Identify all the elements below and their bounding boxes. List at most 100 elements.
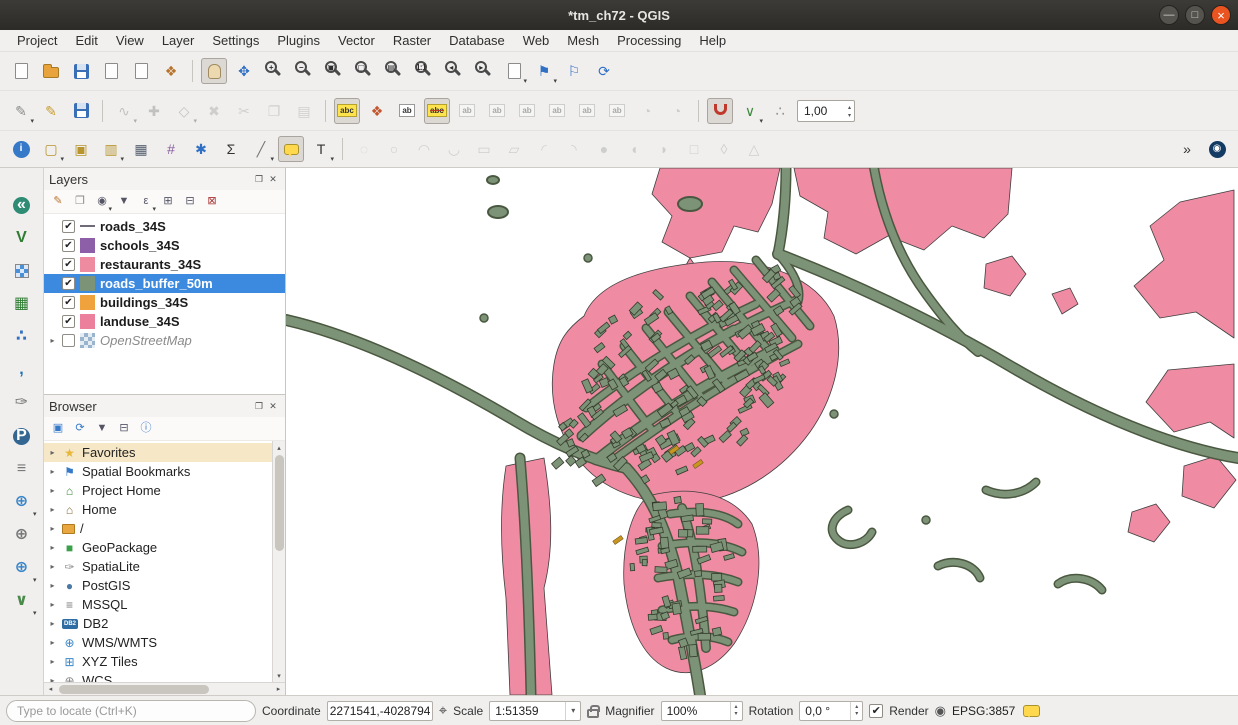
scroll-left-icon[interactable] [44,683,57,696]
add-vector-layer-icon[interactable]: V [7,223,37,253]
render-checkbox[interactable] [869,704,883,718]
browser-item[interactable]: ● PostGIS [44,576,272,595]
chevron-down-icon[interactable] [565,702,580,720]
layer-item[interactable]: roads_34S [44,217,285,236]
browser-item[interactable]: ⚑ Spatial Bookmarks [44,462,272,481]
expander-icon[interactable] [48,524,57,533]
zoom-last-icon[interactable]: ◂ [441,58,467,84]
metasearch-icon[interactable]: ◉ [1204,136,1230,162]
shape-tool-icon[interactable]: □ [681,136,707,162]
deselect-features-icon[interactable]: ▣ [68,136,94,162]
menu-item[interactable]: Vector [329,32,384,49]
refresh-icon[interactable]: ⟳ [591,58,617,84]
layer-item[interactable]: schools_34S [44,236,285,255]
show-spatial-bookmarks-icon[interactable]: ⚐ [561,58,587,84]
add-virtual-layer-icon[interactable]: ∨ [7,586,37,616]
shape-tool-icon[interactable]: ● [591,136,617,162]
magnifier-spinbox[interactable]: 100% [661,701,743,721]
new-project-icon[interactable] [8,58,34,84]
rotate-label-icon[interactable]: ab [544,98,570,124]
browser-item[interactable]: ⊕ WMS/WMTS [44,633,272,652]
layer-labeling-icon[interactable]: abc [334,98,360,124]
browser-item[interactable]: ≡ MSSQL [44,595,272,614]
add-wms-layer-icon[interactable]: ⊕ [7,487,37,517]
shape-tool-icon[interactable]: ◝ [561,136,587,162]
scrollbar-thumb[interactable] [275,455,284,551]
menu-item[interactable]: View [107,32,153,49]
layer-diagram-icon[interactable]: ❖ [364,98,390,124]
layer-checkbox[interactable] [62,315,75,328]
zoom-native-icon[interactable]: 1:1 [411,58,437,84]
highlight-labels-icon[interactable]: ab [484,98,510,124]
layer-item[interactable]: OpenStreetMap [44,331,285,350]
browser-item[interactable]: ⊞ XYZ Tiles [44,652,272,671]
label-anchor-icon[interactable]: ab [394,98,420,124]
current-edits-icon[interactable]: ✎ [8,98,34,124]
expander-icon[interactable] [48,505,57,514]
shape-tool-icon[interactable]: ○ [381,136,407,162]
filter-by-expression-icon[interactable]: ε [136,192,156,212]
minimize-icon[interactable]: — [1159,5,1179,25]
copy-features-icon[interactable]: ❐ [261,98,287,124]
browser-collapse-icon[interactable]: ⊟ [114,419,134,439]
expander-icon[interactable] [48,638,57,647]
close-panel-icon[interactable] [266,172,280,186]
enable-snapping-icon[interactable] [707,98,733,124]
add-spatialite-layer-icon[interactable]: ✑ [7,388,37,418]
menu-item[interactable]: Mesh [558,32,608,49]
menu-item[interactable]: Database [440,32,514,49]
menu-item[interactable]: Project [8,32,66,49]
zoom-out-icon[interactable]: − [291,58,317,84]
topological-editing-icon[interactable]: ∴ [767,98,793,124]
new-map-view-icon[interactable] [501,58,527,84]
remove-layer-icon[interactable]: ⊠ [202,192,222,212]
toggle-editing-icon[interactable]: ✎ [38,98,64,124]
snapping-options-icon[interactable]: ∨ [737,98,763,124]
pan-to-selection-icon[interactable]: ✥ [231,58,257,84]
measure-icon[interactable]: ╱ [248,136,274,162]
browser-item[interactable]: ⌂ Project Home [44,481,272,500]
locate-input[interactable] [6,700,256,722]
lock-icon[interactable] [587,709,599,718]
move-label-icon[interactable]: ab [514,98,540,124]
zoom-to-layer-icon[interactable]: ▤ [381,58,407,84]
new-print-layout-icon[interactable] [98,58,124,84]
maximize-icon[interactable]: □ [1185,5,1205,25]
expander-icon[interactable] [48,448,57,457]
shape-tool-icon[interactable]: ▭ [471,136,497,162]
scroll-down-icon[interactable] [273,669,286,682]
zoom-next-icon[interactable]: ▸ [471,58,497,84]
browser-item[interactable]: ⌂ Home [44,500,272,519]
layer-item[interactable]: landuse_34S [44,312,285,331]
menu-item[interactable]: Web [514,32,559,49]
cut-features-icon[interactable]: ✂ [231,98,257,124]
float-panel-icon[interactable] [252,172,266,186]
add-delimited-text-layer-icon[interactable]: , [7,355,37,385]
show-layout-manager-icon[interactable] [128,58,154,84]
pan-map-icon[interactable] [201,58,227,84]
open-project-icon[interactable] [38,58,64,84]
menu-item[interactable]: Settings [203,32,268,49]
processing-toolbox-icon[interactable]: ✱ [188,136,214,162]
expander-icon[interactable] [48,486,57,495]
menu-item[interactable]: Raster [384,32,440,49]
move-diagram-icon[interactable]: ◔ [664,98,690,124]
browser-add-layers-icon[interactable]: ▣ [48,419,68,439]
curved-label-icon[interactable]: ab [604,98,630,124]
save-layer-edits-icon[interactable] [68,98,94,124]
scrollbar-thumb[interactable] [59,685,209,694]
menu-item[interactable]: Edit [66,32,106,49]
layer-item[interactable]: buildings_34S [44,293,285,312]
shape-tool-icon[interactable]: ◊ [711,136,737,162]
save-project-icon[interactable] [68,58,94,84]
browser-refresh-icon[interactable]: ⟳ [70,419,90,439]
menu-item[interactable]: Plugins [268,32,329,49]
menu-item[interactable]: Processing [608,32,690,49]
open-attribute-table-icon[interactable]: ▦ [128,136,154,162]
filter-legend-icon[interactable]: ▼ [114,192,134,212]
layer-checkbox[interactable] [62,220,75,233]
shape-tool-icon[interactable]: ◗ [651,136,677,162]
map-canvas[interactable] [286,168,1238,695]
paste-features-icon[interactable]: ▤ [291,98,317,124]
crs-icon[interactable] [935,703,946,719]
